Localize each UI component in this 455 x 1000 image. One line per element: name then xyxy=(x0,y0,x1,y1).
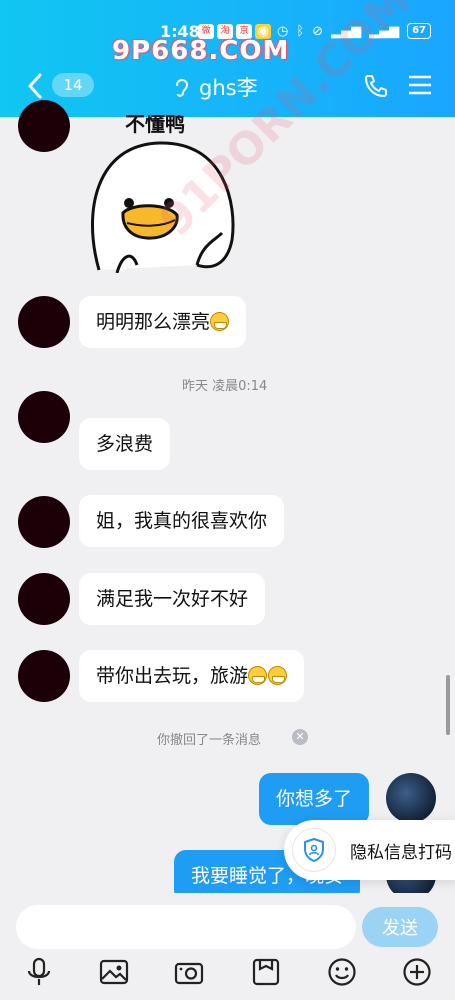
message-text: 多浪费 xyxy=(96,433,154,455)
message-bubble[interactable]: 多浪费 xyxy=(79,418,171,470)
shield-icon xyxy=(292,828,336,872)
contact-avatar[interactable] xyxy=(18,391,70,443)
contact-avatar[interactable] xyxy=(18,650,70,702)
input-bar: 发送 xyxy=(0,893,455,1000)
duck-sticker[interactable]: 不懂鸭 xyxy=(87,115,242,273)
message-bubble[interactable]: 明明那么漂亮 xyxy=(79,296,247,348)
mute-icon: ⊘ xyxy=(312,23,324,39)
plus-icon[interactable] xyxy=(402,957,432,987)
close-notice-icon[interactable]: ✕ xyxy=(292,729,308,745)
back-arrow-icon[interactable] xyxy=(24,72,48,100)
message-input[interactable] xyxy=(16,905,356,949)
bluetooth-icon: ᛒ xyxy=(296,23,305,39)
emoji-icon[interactable] xyxy=(327,957,357,987)
signal2-icon: ▂▄▆ xyxy=(369,23,400,39)
grin-emoji-icon xyxy=(248,666,268,685)
my-message-bubble[interactable]: 你想多了 xyxy=(259,773,370,825)
battery-icon: 67 xyxy=(407,23,431,39)
watermark-text: 9P668.COM xyxy=(112,36,290,66)
microphone-icon[interactable] xyxy=(24,957,54,987)
menu-icon[interactable] xyxy=(408,74,432,96)
privacy-mask-label: 隐私信息打码 xyxy=(350,843,452,863)
sticker-caption: 不懂鸭 xyxy=(125,115,185,136)
file-icon[interactable] xyxy=(251,957,281,987)
message-bubble[interactable]: 姐，我真的很喜欢你 xyxy=(79,495,285,547)
privacy-mask-button[interactable]: 隐私信息打码 xyxy=(284,820,455,880)
contact-avatar[interactable] xyxy=(18,296,70,348)
image-icon[interactable] xyxy=(99,957,129,987)
my-avatar[interactable] xyxy=(386,773,436,823)
recalled-notice: 你撤回了一条消息 xyxy=(157,733,262,748)
message-bubble[interactable]: 带你出去玩，旅游 xyxy=(79,650,305,702)
scrollbar[interactable] xyxy=(446,675,450,735)
send-button[interactable]: 发送 xyxy=(362,907,438,947)
contact-avatar[interactable] xyxy=(18,496,70,548)
phone-call-icon[interactable] xyxy=(363,73,389,99)
message-text: 你想多了 xyxy=(276,788,353,810)
grin-emoji-icon xyxy=(268,666,288,685)
message-text: 满足我一次好不好 xyxy=(96,588,249,610)
signal-icon: ▂▄▆ xyxy=(331,23,362,39)
message-text: 明明那么漂亮 xyxy=(96,311,211,333)
message-bubble[interactable]: 满足我一次好不好 xyxy=(79,573,266,625)
ear-icon xyxy=(174,76,190,103)
timestamp-divider: 昨天 凌晨0:14 xyxy=(182,379,268,394)
message-text: 带你出去玩，旅游 xyxy=(96,665,249,687)
contact-avatar[interactable] xyxy=(18,573,70,625)
chat-header: 1:48 微 淘 京 ✓ ◉ ◷ ᛒ ⊘ ▂▄▆ ▂▄▆ 67 9P668.CO… xyxy=(0,0,455,117)
camera-icon[interactable] xyxy=(174,957,204,987)
grin-emoji-icon xyxy=(210,312,230,331)
chat-title: ghs李 xyxy=(199,76,258,100)
unread-badge[interactable]: 14 xyxy=(52,73,94,97)
message-text: 姐，我真的很喜欢你 xyxy=(96,510,268,532)
contact-avatar[interactable] xyxy=(18,100,70,152)
